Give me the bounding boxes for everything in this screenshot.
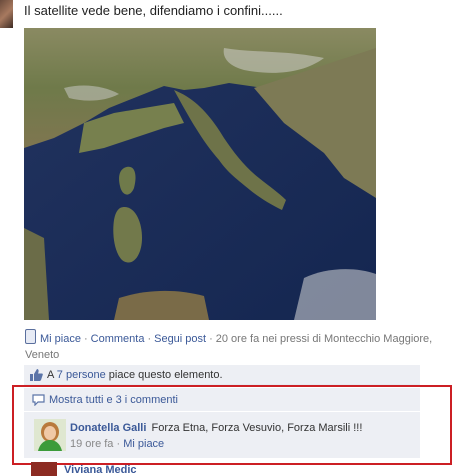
follow-post-link[interactable]: Segui post bbox=[154, 333, 206, 345]
post-text: Il satellite vede bene, difendiamo i con… bbox=[24, 3, 283, 18]
separator: · bbox=[209, 333, 213, 345]
post-meta: Mi piace · Commenta · Segui post · 20 ore fa n… bbox=[25, 329, 445, 363]
next-comment-partial: Viviana Medic bbox=[24, 462, 444, 476]
highlight-box bbox=[12, 385, 452, 465]
likes-prefix: A bbox=[47, 369, 54, 381]
like-link[interactable]: Mi piace bbox=[40, 333, 81, 345]
next-comment-author[interactable]: Viviana Medic bbox=[64, 464, 137, 476]
poster-avatar[interactable] bbox=[0, 0, 13, 28]
likes-bar: A 7 persone piace questo elemento. bbox=[24, 365, 420, 385]
likes-suffix: piace questo elemento. bbox=[108, 369, 223, 381]
satellite-image[interactable] bbox=[24, 28, 376, 320]
comment-link[interactable]: Commenta bbox=[91, 333, 145, 345]
separator: · bbox=[147, 333, 152, 345]
separator: · bbox=[83, 333, 88, 345]
satellite-image-graphic bbox=[24, 28, 376, 320]
likes-people-link[interactable]: 7 persone bbox=[57, 369, 106, 381]
next-commenter-avatar[interactable] bbox=[31, 462, 57, 476]
mobile-icon bbox=[25, 329, 36, 344]
